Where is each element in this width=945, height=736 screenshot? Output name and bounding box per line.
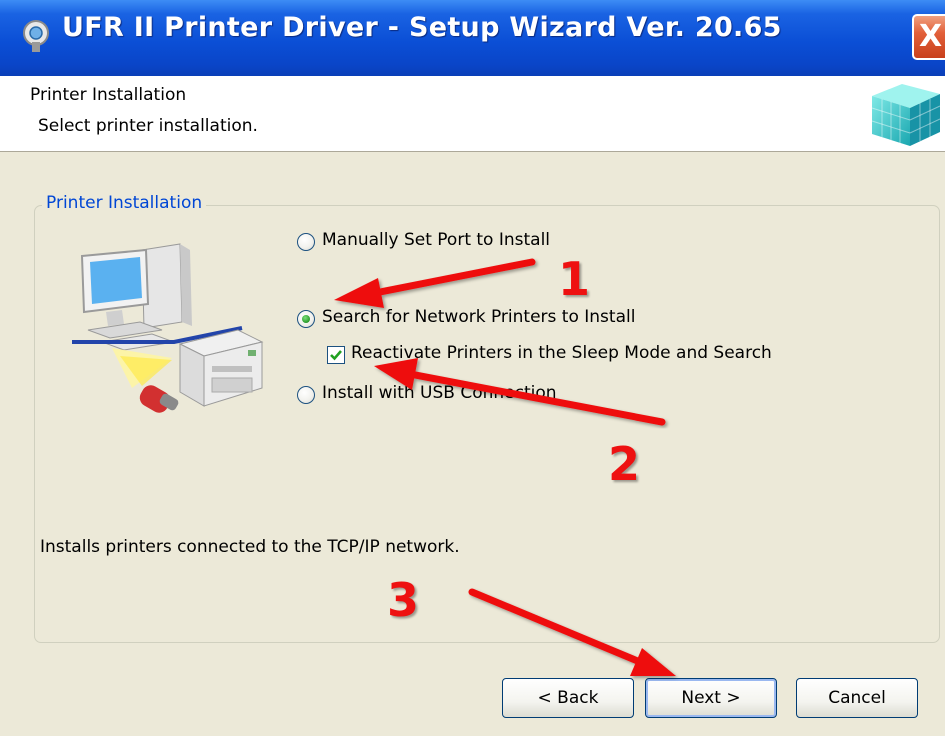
option-search-network-label[interactable]: Search for Network Printers to Install	[322, 307, 635, 327]
group-label: Printer Installation	[42, 193, 207, 213]
step-3-label: 3	[387, 573, 420, 627]
option-usb-label[interactable]: Install with USB Connection	[322, 383, 557, 403]
step-2-label: 2	[608, 437, 641, 491]
next-button[interactable]: Next >	[645, 678, 777, 718]
header-title: Printer Installation	[30, 85, 187, 105]
radio-search-network[interactable]	[297, 310, 315, 328]
setup-icon	[23, 20, 49, 52]
cube-logo-icon	[871, 84, 941, 146]
computer-printer-illustration	[72, 243, 264, 413]
option-description: Installs printers connected to the TCP/I…	[40, 537, 460, 557]
checkbox-reactivate-sleep[interactable]	[327, 346, 345, 364]
back-button[interactable]: < Back	[502, 678, 634, 718]
title-bar: UFR II Printer Driver - Setup Wizard Ver…	[0, 0, 945, 76]
checkbox-reactivate-label[interactable]: Reactivate Printers in the Sleep Mode an…	[351, 343, 772, 363]
window-title: UFR II Printer Driver - Setup Wizard Ver…	[62, 12, 782, 43]
close-icon: X	[919, 19, 943, 54]
radio-manual-port[interactable]	[297, 233, 315, 251]
step-1-label: 1	[558, 252, 591, 306]
checkmark-icon	[330, 350, 342, 361]
close-button[interactable]: X	[912, 14, 945, 60]
radio-selected-dot	[302, 315, 310, 323]
wizard-header: Printer Installation Select printer inst…	[0, 76, 945, 152]
header-subtitle: Select printer installation.	[38, 116, 258, 136]
cancel-button[interactable]: Cancel	[796, 678, 918, 718]
option-manual-port-label[interactable]: Manually Set Port to Install	[322, 230, 550, 250]
radio-usb[interactable]	[297, 386, 315, 404]
